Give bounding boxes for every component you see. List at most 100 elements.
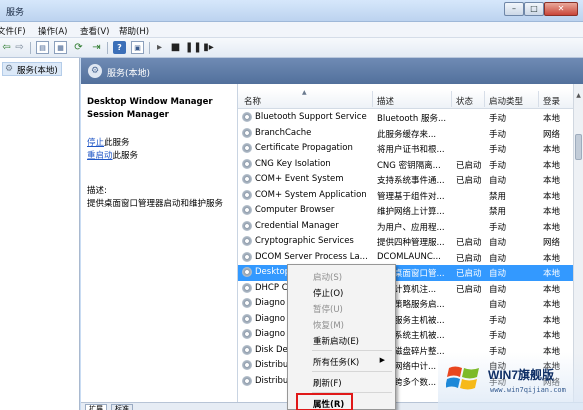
back-icon[interactable]: ⇦ xyxy=(0,41,13,54)
column-header-logon[interactable]: 登录 xyxy=(543,95,560,107)
cell-logon: 本地 xyxy=(543,145,561,155)
scrollbar-thumb[interactable] xyxy=(575,134,582,160)
menu-item-start[interactable]: 启动(S) xyxy=(291,268,393,284)
column-divider[interactable] xyxy=(451,91,452,107)
sort-ascending-icon: ▲ xyxy=(302,89,307,96)
menu-item-label: 刷新(F) xyxy=(313,379,342,389)
close-button[interactable]: ✕ xyxy=(544,2,578,16)
stop-service-line: 停止此服务 xyxy=(87,136,130,148)
menu-item-all-tasks[interactable]: 所有任务(K) ▶ xyxy=(291,353,393,369)
column-header-status[interactable]: 状态 xyxy=(456,95,473,107)
column-divider[interactable] xyxy=(538,91,539,107)
menu-item-label: 重新启动(E) xyxy=(313,337,360,347)
column-header-name[interactable]: 名称 xyxy=(244,95,261,107)
table-row[interactable]: Credential Manager 为用户、应用程... 手动 本地 xyxy=(238,219,573,235)
cell-startup: 自动 xyxy=(489,176,507,186)
service-gear-icon xyxy=(242,112,252,122)
pause-icon[interactable]: ❚❚ xyxy=(185,41,202,54)
column-divider[interactable] xyxy=(372,91,373,107)
refresh-icon[interactable]: ⟳ xyxy=(72,41,85,54)
cell-name: COM+ System Application xyxy=(255,189,367,200)
table-row[interactable]: BranchCache 此服务缓存来... 手动 网络 xyxy=(238,126,573,142)
cell-desc: DCOMLAUNC... xyxy=(377,251,441,262)
restart-service-link[interactable]: 重启动 xyxy=(87,151,113,161)
tab-standard[interactable]: 标准 xyxy=(111,404,133,410)
gear-icon: ⚙ xyxy=(5,64,14,74)
forward-icon[interactable]: ⇨ xyxy=(13,41,26,54)
menu-file[interactable]: 文件(F) xyxy=(0,25,26,37)
menu-item-stop[interactable]: 停止(O) xyxy=(291,284,393,300)
windows-flag-icon xyxy=(446,366,479,390)
minimize-button[interactable]: – xyxy=(504,2,524,16)
cell-logon: 网络 xyxy=(543,238,561,248)
title-bar[interactable]: 服务 – □ ✕ xyxy=(0,0,583,22)
column-divider[interactable] xyxy=(484,91,485,107)
menu-item-refresh[interactable]: 刷新(F) xyxy=(291,374,393,390)
menu-item-resume[interactable]: 恢复(M) xyxy=(291,316,393,332)
menu-item-label: 停止(O) xyxy=(313,289,344,299)
console-icon[interactable]: ▣ xyxy=(131,41,144,54)
menu-help[interactable]: 帮助(H) xyxy=(119,25,149,37)
table-row[interactable]: DCOM Server Process La... DCOMLAUNC... 已启动… xyxy=(238,250,573,266)
scroll-up-icon[interactable]: ▲ xyxy=(574,92,583,102)
menu-item-pause[interactable]: 暂停(U) xyxy=(291,300,393,316)
console-tree-icon[interactable]: ▤ xyxy=(36,41,49,54)
cell-status: 已启动 xyxy=(456,238,482,248)
cell-logon: 本地 xyxy=(543,315,561,326)
service-gear-icon xyxy=(242,344,252,355)
cell-logon: 本地 xyxy=(543,253,561,264)
cell-logon: 本地 xyxy=(543,331,561,341)
cell-logon: 本地 xyxy=(543,176,561,186)
cell-startup: 自动 xyxy=(489,238,507,248)
service-gear-icon xyxy=(242,236,252,246)
menu-separator xyxy=(312,371,392,372)
cell-startup: 手动 xyxy=(489,331,507,341)
table-row[interactable]: Cryptographic Services 提供四种管理服... 已启动 自动 网络 xyxy=(238,234,573,250)
service-details-pane: Desktop Window Manager Session Manager 停… xyxy=(81,84,237,410)
table-row[interactable]: Bluetooth Support Service Bluetooth 服务...… xyxy=(238,110,573,126)
properties-icon[interactable]: ▦ xyxy=(54,41,67,54)
cell-startup: 手动 xyxy=(489,315,507,326)
menu-item-restart[interactable]: 重新启动(E) xyxy=(291,332,393,348)
gear-icon: ⚙ xyxy=(88,64,102,78)
restart-icon[interactable]: ▮▸ xyxy=(202,41,215,54)
cell-startup: 禁用 xyxy=(489,207,507,217)
cell-logon: 本地 xyxy=(543,160,561,171)
stop-icon[interactable]: ■ xyxy=(169,41,182,54)
cell-status: 已启动 xyxy=(456,269,482,279)
tree-item-services-local[interactable]: ⚙ 服务(本地) xyxy=(2,62,62,76)
header-title: 服务(本地) xyxy=(107,69,151,79)
menu-action[interactable]: 操作(A) xyxy=(38,25,67,37)
tab-extended[interactable]: 扩展 xyxy=(85,404,107,410)
table-row[interactable]: Certificate Propagation 将用户证书和根... 手动 本地 xyxy=(238,141,573,157)
service-gear-icon xyxy=(242,205,252,215)
table-row[interactable]: Computer Browser 维护网络上计算... 禁用 本地 xyxy=(238,203,573,219)
cell-name: Bluetooth Support Service xyxy=(255,112,367,122)
cell-desc: 提供四种管理服... xyxy=(377,238,445,248)
export-icon[interactable]: ⇥ xyxy=(90,41,103,54)
watermark-url: www.win7qijian.com xyxy=(490,386,566,394)
cell-name: Certificate Propagation xyxy=(255,143,353,153)
table-row[interactable]: COM+ Event System 支持系统事件通... 已启动 自动 本地 xyxy=(238,172,573,188)
help-icon[interactable]: ? xyxy=(113,41,126,54)
menu-view[interactable]: 查看(V) xyxy=(80,25,109,37)
play-icon[interactable]: ▸ xyxy=(153,41,166,54)
restart-service-suffix: 此服务 xyxy=(112,151,139,161)
column-header-description[interactable]: 描述 xyxy=(377,95,394,107)
service-gear-icon xyxy=(242,360,252,370)
cell-desc: CNG 密钥隔离... xyxy=(377,160,441,171)
stop-service-suffix: 此服务 xyxy=(104,138,130,148)
watermark-logo: WIN7旗舰版 www.win7qijian.com xyxy=(438,352,583,410)
cell-name: COM+ Event System xyxy=(255,174,344,184)
service-gear-icon xyxy=(242,143,252,153)
cell-name: Computer Browser xyxy=(255,205,335,215)
service-gear-icon xyxy=(242,298,252,308)
stop-service-link[interactable]: 停止 xyxy=(87,138,104,148)
cell-name: DCOM Server Process La... xyxy=(255,251,368,262)
table-row[interactable]: COM+ System Application 管理基于组件对... 禁用 本地 xyxy=(238,188,573,204)
service-gear-icon xyxy=(242,174,252,184)
maximize-button[interactable]: □ xyxy=(524,2,544,16)
table-row[interactable]: CNG Key Isolation CNG 密钥隔离... 已启动 手动 本地 xyxy=(238,157,573,173)
cell-logon: 本地 xyxy=(543,222,561,233)
column-header-startup-type[interactable]: 启动类型 xyxy=(489,95,523,107)
